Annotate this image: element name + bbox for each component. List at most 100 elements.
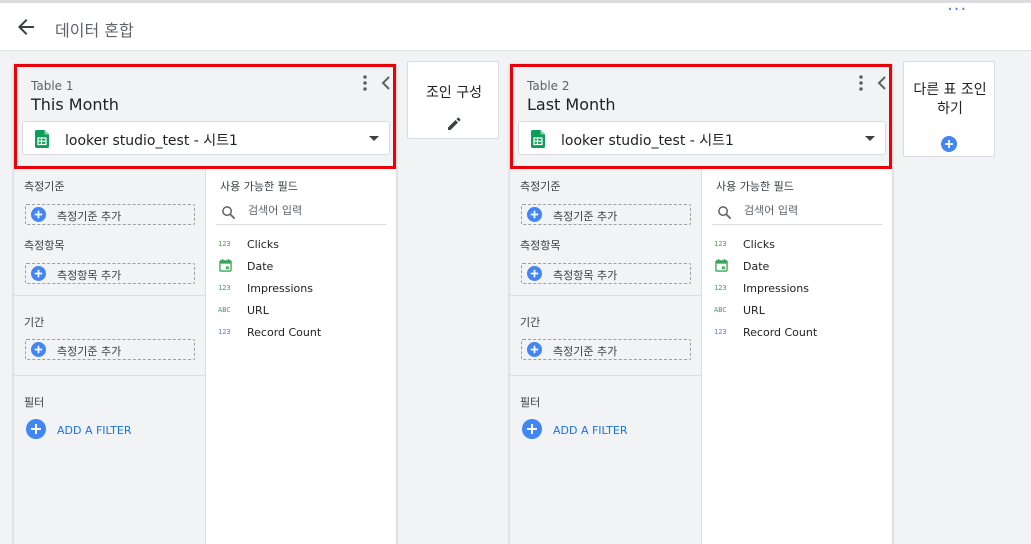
collapse-chevron-icon[interactable] [379, 75, 393, 91]
field-name: Date [743, 260, 770, 273]
field-item[interactable]: 123 Clicks [714, 237, 884, 253]
join-label-line-1: 다른 표 조인 [913, 82, 987, 98]
field-item[interactable]: 123 Clicks [218, 237, 388, 253]
dropdown-arrow-icon [369, 136, 379, 141]
field-search [712, 201, 882, 225]
divider [14, 295, 206, 296]
top-bar: 데이터 혼합 ··· [0, 0, 1031, 51]
field-search [216, 201, 386, 225]
add-metric-label: 측정항목 추가 [57, 269, 122, 282]
add-circle-icon [527, 342, 542, 357]
add-dimension-label: 측정기준 추가 [553, 210, 618, 223]
field-item[interactable]: ABC URL [714, 303, 884, 319]
add-date-dimension-label: 측정기준 추가 [553, 345, 618, 358]
add-circle-icon [31, 342, 46, 357]
add-date-dimension-button[interactable]: 측정기준 추가 [521, 339, 691, 360]
text-icon: ABC [218, 306, 231, 314]
calendar-icon [715, 259, 728, 272]
field-item[interactable]: ABC URL [218, 303, 388, 319]
join-config-label: 조인 구성 [426, 85, 482, 101]
metric-label: 측정항목 [520, 239, 561, 252]
dimension-label: 측정기준 [24, 180, 65, 193]
number-icon: 123 [218, 284, 231, 292]
add-metric-button[interactable]: 측정항목 추가 [521, 263, 691, 284]
add-date-dimension-button[interactable]: 측정기준 추가 [25, 339, 195, 360]
field-name: URL [743, 304, 765, 317]
add-metric-label: 측정항목 추가 [553, 269, 618, 282]
field-item[interactable]: Date [218, 259, 388, 275]
add-dimension-button[interactable]: 측정기준 추가 [25, 204, 195, 225]
add-circle-icon [527, 266, 542, 281]
text-icon: ABC [714, 306, 727, 314]
divider [14, 375, 206, 376]
config-column: 측정기준 측정기준 추가 측정항목 측정항목 추가 기간 측정기준 추가 필터 … [14, 169, 206, 544]
number-icon: 123 [714, 328, 727, 336]
data-source-select[interactable]: looker studio_test - 시트1 [518, 121, 886, 155]
field-name: URL [247, 304, 269, 317]
divider [510, 375, 702, 376]
add-circle-icon [31, 266, 46, 281]
back-arrow-icon[interactable] [14, 15, 38, 39]
search-icon [718, 206, 732, 220]
dropdown-arrow-icon [865, 136, 875, 141]
table-panel-1: Table 1 This Month looker studio_test - … [14, 64, 396, 544]
collapse-chevron-icon[interactable] [875, 75, 889, 91]
add-filter-button[interactable]: ADD A FILTER [26, 419, 156, 441]
join-label-line-2: 하기 [937, 101, 963, 117]
field-name: Clicks [743, 238, 775, 251]
data-source-name: looker studio_test - 시트1 [65, 133, 238, 149]
join-another-table-button[interactable]: 다른 표 조인 하기 [903, 61, 995, 157]
field-name: Impressions [247, 282, 313, 295]
divider [510, 295, 702, 296]
field-item[interactable]: 123 Impressions [218, 281, 388, 297]
add-metric-button[interactable]: 측정항목 추가 [25, 263, 195, 284]
available-fields-column: 사용 가능한 필드 123 Clicks Date 123 Impression… [703, 169, 892, 544]
field-name: Record Count [743, 326, 818, 339]
data-source-name: looker studio_test - 시트1 [561, 133, 734, 149]
add-filter-label: ADD A FILTER [553, 424, 628, 437]
date-range-label: 기간 [24, 316, 45, 329]
pencil-icon [448, 117, 461, 130]
number-icon: 123 [218, 328, 231, 336]
search-icon [222, 206, 236, 220]
table-name[interactable]: This Month [31, 95, 119, 114]
table-panel-2: Table 2 Last Month looker studio_test - … [510, 64, 892, 544]
date-range-label: 기간 [520, 316, 541, 329]
data-source-select[interactable]: looker studio_test - 시트1 [22, 121, 390, 155]
add-circle-icon [941, 136, 957, 152]
table-name[interactable]: Last Month [527, 95, 616, 114]
join-another-table-label: 다른 표 조인 하기 [904, 81, 996, 119]
number-icon: 123 [714, 240, 727, 248]
search-input[interactable] [744, 204, 874, 217]
join-config-button[interactable]: 조인 구성 [407, 61, 499, 139]
table-header: Table 1 This Month looker studio_test - … [14, 64, 396, 169]
kebab-menu-icon[interactable] [855, 73, 867, 93]
add-filter-label: ADD A FILTER [57, 424, 132, 437]
google-sheets-icon [531, 130, 545, 148]
more-dots-icon[interactable]: ··· [947, 0, 967, 20]
dimension-label: 측정기준 [520, 180, 561, 193]
add-dimension-label: 측정기준 추가 [57, 210, 122, 223]
field-item[interactable]: 123 Impressions [714, 281, 884, 297]
field-item[interactable]: Date [714, 259, 884, 275]
add-circle-icon [522, 419, 542, 439]
table-header: Table 2 Last Month looker studio_test - … [510, 64, 892, 169]
table-label: Table 2 [527, 79, 570, 93]
field-name: Impressions [743, 282, 809, 295]
page-title: 데이터 혼합 [55, 21, 134, 40]
add-dimension-button[interactable]: 측정기준 추가 [521, 204, 691, 225]
config-column: 측정기준 측정기준 추가 측정항목 측정항목 추가 기간 측정기준 추가 필터 … [510, 169, 702, 544]
add-circle-icon [527, 207, 542, 222]
available-fields-title: 사용 가능한 필드 [716, 180, 794, 193]
add-circle-icon [31, 207, 46, 222]
add-date-dimension-label: 측정기준 추가 [57, 345, 122, 358]
number-icon: 123 [218, 240, 231, 248]
kebab-menu-icon[interactable] [359, 73, 371, 93]
field-item[interactable]: 123 Record Count [218, 325, 388, 341]
field-name: Clicks [247, 238, 279, 251]
add-filter-button[interactable]: ADD A FILTER [522, 419, 652, 441]
search-input[interactable] [248, 204, 378, 217]
add-circle-icon [26, 419, 46, 439]
field-item[interactable]: 123 Record Count [714, 325, 884, 341]
field-name: Date [247, 260, 274, 273]
